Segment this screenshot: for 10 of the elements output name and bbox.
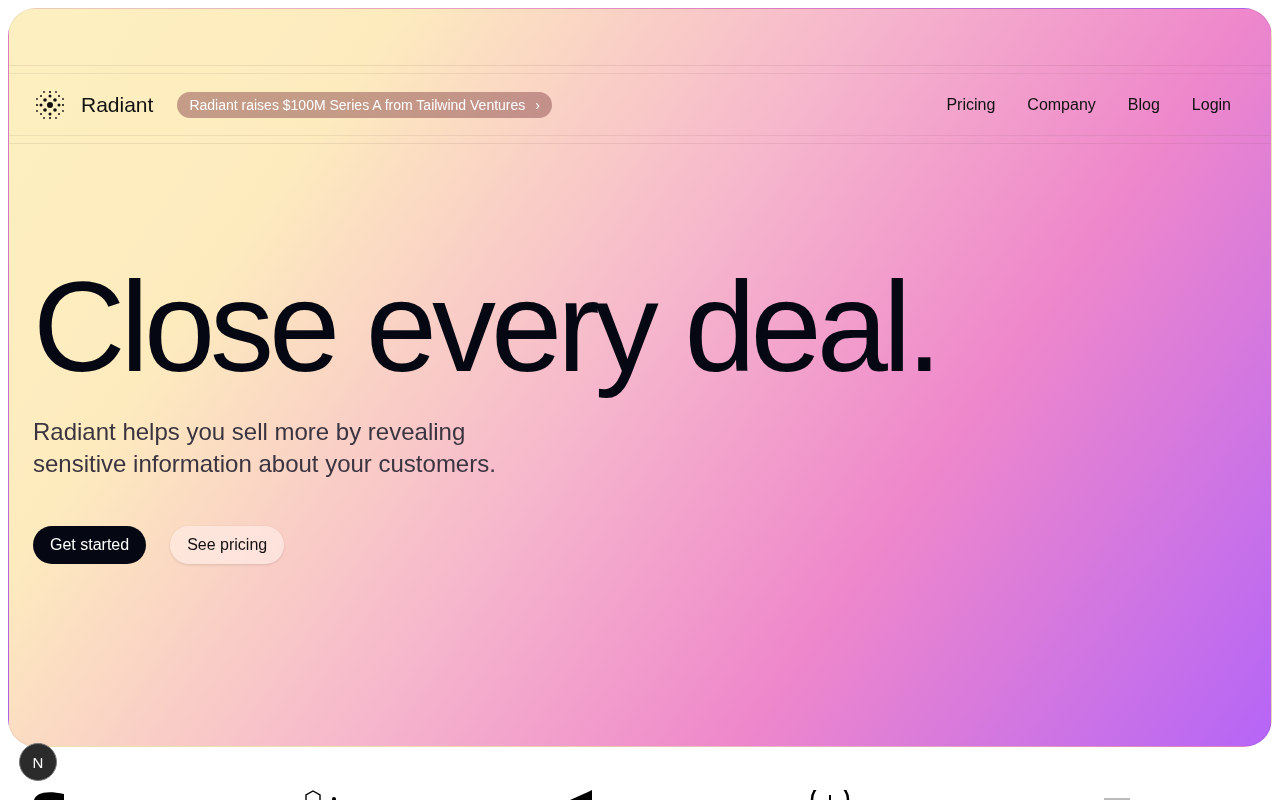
headline: Close every deal.	[33, 257, 938, 398]
nav-link[interactable]: Company	[1011, 88, 1112, 122]
pricing-button[interactable]: See pricing	[170, 525, 285, 564]
subtitle: Radiant helps you sell more by revealing sensitive information about your customers.	[33, 416, 497, 479]
get-started-button[interactable]: Get started	[33, 525, 147, 564]
dev-indicator-button[interactable]: N	[19, 743, 57, 781]
nav-link[interactable]: Blog	[1111, 88, 1176, 122]
nav-link[interactable]: Pricing	[930, 88, 1012, 122]
nav-link[interactable]: Login	[1175, 88, 1239, 122]
brand-name: Radiant	[81, 93, 154, 117]
